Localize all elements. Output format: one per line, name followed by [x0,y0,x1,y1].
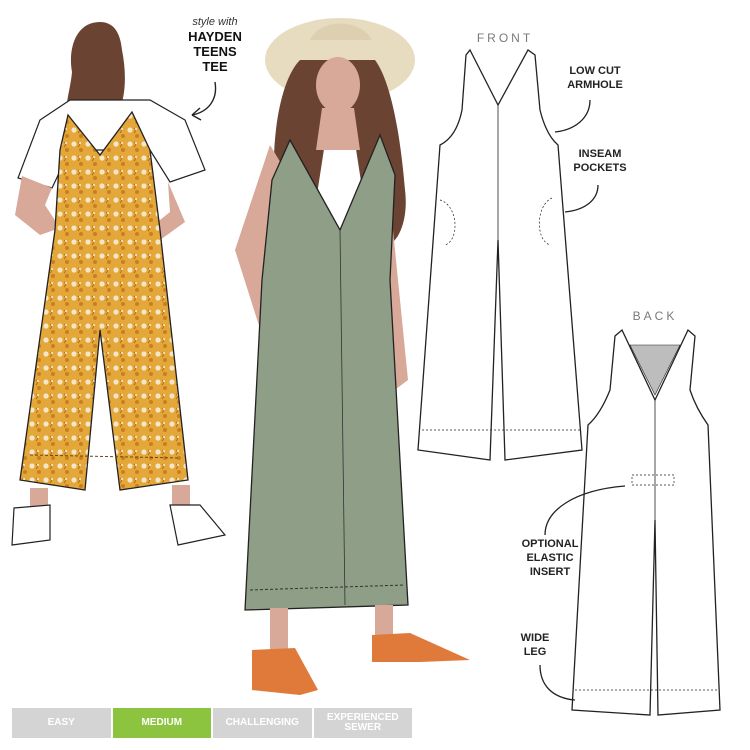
sandal-right [372,633,470,662]
style-name-line2: TEENS [193,44,237,59]
difficulty-medium: MEDIUM [112,708,211,738]
arrow-low-cut [554,99,591,133]
difficulty-experienced-sewer: EXPERIENCED SEWER [313,708,412,738]
pattern-illustration [11,18,721,716]
arrow-inseam [564,184,599,213]
callout-inseam-line1: INSEAM [578,148,622,160]
sneaker-right [169,504,227,546]
difficulty-challenging: CHALLENGING [213,708,312,738]
arrow-wide-leg [539,664,576,701]
callout-inseam-line2: POCKETS [573,162,627,174]
callout-wide-leg-line1: WIDE [520,632,550,644]
style-name-line1: HAYDEN [188,29,242,44]
callout-elastic-line3: INSERT [529,566,571,578]
sandal-left [252,648,318,695]
back-label: BACK [632,309,678,323]
difficulty-scale: EASY MEDIUM CHALLENGING EXPERIENCED SEWE… [12,708,412,738]
front-label: FRONT [476,31,534,45]
front-flat-sketch [417,48,583,461]
model-back-view [11,22,227,546]
style-with-note: style with [192,16,238,28]
callout-low-cut-line2: ARMHOLE [567,79,623,91]
callout-low-cut-line1: LOW CUT [569,65,621,77]
tee-arrow [191,81,217,116]
callout-elastic-line1: OPTIONAL [521,538,579,550]
sneaker-left [11,504,51,546]
back-flat-sketch [571,328,721,716]
jumpsuit-sage [244,133,409,611]
callout-wide-leg-line2: LEG [523,646,547,658]
callout-elastic-line2: ELASTIC [526,552,574,564]
style-name-line3: TEE [202,59,228,74]
difficulty-easy: EASY [12,708,111,738]
